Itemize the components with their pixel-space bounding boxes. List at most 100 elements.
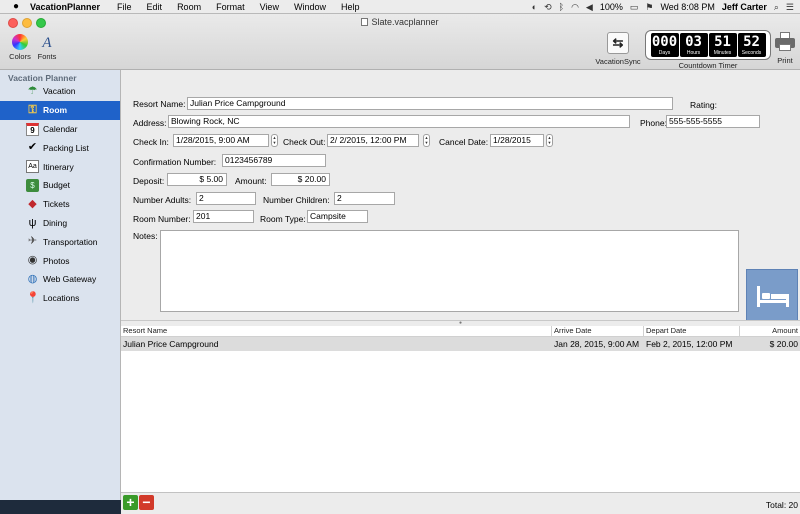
remove-resort-button[interactable]: −	[139, 495, 154, 510]
flag-icon[interactable]: ⚑	[645, 2, 653, 13]
room-number-label: Room Number:	[133, 214, 191, 224]
fonts-label: Fonts	[37, 52, 57, 61]
amount-field[interactable]: $ 20.00	[271, 173, 330, 186]
timer-hours-value: 03	[685, 34, 702, 50]
number-adults-field[interactable]: 2	[196, 192, 256, 205]
timer-hours: 03 Hours	[679, 33, 708, 57]
sidebar-item-label: Vacation	[43, 86, 76, 97]
print-button[interactable]: Print	[772, 32, 798, 65]
table-header: Resort Name Arrive Date Depart Date Amou…	[121, 326, 800, 337]
battery-icon[interactable]: ▭	[630, 2, 639, 13]
menu-format[interactable]: Format	[216, 2, 245, 12]
airplane-icon: ✈	[27, 235, 38, 248]
total-label: Total: 20	[765, 500, 798, 510]
ticket-icon: ◆	[28, 197, 37, 210]
menu-edit[interactable]: Edit	[147, 2, 163, 12]
column-depart-date[interactable]: Depart Date	[644, 326, 740, 336]
cell-depart-date: Feb 2, 2015, 12:00 PM	[646, 339, 733, 349]
sidebar-item-label: Photos	[43, 255, 70, 266]
sidebar-item-dining[interactable]: ψ Dining	[0, 214, 120, 233]
cell-amount: $ 20.00	[769, 339, 798, 349]
calendar-icon: 9	[26, 122, 39, 136]
sidebar-item-calendar[interactable]: 9 Calendar	[0, 120, 120, 139]
menubar-clock[interactable]: Wed 8:08 PM	[660, 2, 714, 12]
notes-field[interactable]	[160, 230, 739, 312]
cancel-date-stepper[interactable]: ▲ ▼	[546, 134, 553, 147]
room-image-well[interactable]	[746, 269, 798, 321]
sidebar-item-label: Calendar	[43, 123, 78, 134]
battery-percent[interactable]: 100%	[600, 2, 623, 12]
column-resort-name[interactable]: Resort Name	[121, 326, 552, 336]
timer-days: 000 Days	[650, 33, 679, 57]
cancel-date-field[interactable]: 1/28/2015	[490, 134, 544, 147]
fork-knife-icon: ψ	[28, 216, 37, 229]
sync-arrows-icon: ⇆	[607, 32, 629, 54]
sidebar-item-label: Locations	[43, 293, 80, 304]
menubar-user[interactable]: Jeff Carter	[722, 2, 767, 12]
check-out-stepper[interactable]: ▲ ▼	[423, 134, 430, 147]
check-in-stepper[interactable]: ▲ ▼	[271, 134, 278, 147]
sidebar-item-packing-list[interactable]: ✔ Packing List	[0, 138, 120, 157]
countdown-display: 000 Days 03 Hours 51 Minutes 52 Seconds	[645, 30, 771, 60]
footer-bar: + − Total: 20	[121, 492, 800, 514]
window-title-text: Slate.vacplanner	[371, 17, 439, 27]
number-children-field[interactable]: 2	[334, 192, 395, 205]
countdown-timer[interactable]: 000 Days 03 Hours 51 Minutes 52 Seconds Coun…	[645, 30, 771, 70]
notes-label: Notes:	[133, 231, 158, 241]
table-row[interactable]: Julian Price Campground Jan 28, 2015, 9:…	[121, 337, 800, 351]
sidebar-item-label: Web Gateway	[43, 274, 97, 285]
apple-menu-icon[interactable]: ●	[10, 1, 22, 12]
check-in-field[interactable]: 1/28/2015, 9:00 AM	[173, 134, 269, 147]
wifi-icon[interactable]: ◠	[571, 2, 579, 13]
menu-window[interactable]: Window	[294, 2, 326, 12]
time-machine-icon[interactable]: ⟲	[544, 2, 552, 13]
check-out-field[interactable]: 2/ 2/2015, 12:00 PM	[327, 134, 419, 147]
sidebar-item-photos[interactable]: ◉ Photos	[0, 251, 120, 270]
menu-room[interactable]: Room	[177, 2, 201, 12]
sidebar-item-label: Packing List	[43, 142, 89, 153]
sidebar-item-web-gateway[interactable]: ◍ Web Gateway	[0, 270, 120, 289]
vacation-sync-button[interactable]: ⇆ VacationSync	[593, 32, 643, 66]
spotlight-icon[interactable]: ⌕	[774, 2, 779, 13]
timer-hours-unit: Hours	[686, 50, 701, 56]
number-children-label: Number Children:	[263, 195, 330, 205]
sidebar-item-itinerary[interactable]: Aa Itinerary	[0, 157, 120, 176]
phone-label: Phone:	[640, 118, 667, 128]
column-arrive-date[interactable]: Arrive Date	[552, 326, 644, 336]
deposit-label: Deposit:	[133, 176, 165, 186]
deposit-field[interactable]: $ 5.00	[167, 173, 227, 186]
check-in-label: Check In:	[133, 137, 169, 147]
sidebar-item-vacation[interactable]: ☂ Vacation	[0, 82, 120, 101]
room-type-field[interactable]: Campsite	[307, 210, 368, 223]
menu-app-name[interactable]: VacationPlanner	[30, 2, 100, 12]
menu-help[interactable]: Help	[341, 2, 360, 12]
sidebar-item-label: Budget	[43, 180, 70, 191]
colors-button[interactable]: Colors	[8, 34, 32, 61]
sidebar-item-room[interactable]: ⚿ Room	[0, 100, 120, 120]
room-number-field[interactable]: 201	[193, 210, 254, 223]
sidebar-item-locations[interactable]: 📍 Locations	[0, 289, 120, 308]
bed-icon	[757, 286, 789, 307]
confirmation-number-field[interactable]: 0123456789	[222, 154, 326, 167]
sidebar-item-tickets[interactable]: ◆ Tickets	[0, 195, 120, 214]
menu-file[interactable]: File	[117, 2, 132, 12]
sidebar-item-label: Tickets	[43, 199, 70, 210]
pushpin-icon: 📍	[26, 291, 40, 304]
phone-field[interactable]: 555-555-5555	[666, 115, 760, 128]
menu-bar: ● VacationPlanner File Edit Room Format …	[0, 0, 800, 14]
volume-icon[interactable]: ◀	[586, 2, 593, 13]
menu-view[interactable]: View	[260, 2, 279, 12]
resort-name-field[interactable]: Julian Price Campground	[187, 97, 673, 110]
sidebar-item-budget[interactable]: $ Budget	[0, 176, 120, 195]
fonts-button[interactable]: A Fonts	[35, 34, 59, 61]
bluetooth-icon[interactable]: ᛒ	[559, 2, 564, 12]
add-resort-button[interactable]: +	[123, 495, 138, 510]
status-icon[interactable]: ◐	[532, 2, 537, 12]
column-amount[interactable]: Amount	[740, 326, 800, 336]
timer-days-unit: Days	[658, 50, 671, 56]
sidebar-item-transportation[interactable]: ✈ Transportation	[0, 232, 120, 251]
address-label: Address:	[133, 118, 167, 128]
address-field[interactable]: Blowing Rock, NC	[168, 115, 630, 128]
notification-center-icon[interactable]: ☰	[786, 2, 794, 13]
document-icon	[361, 18, 369, 26]
